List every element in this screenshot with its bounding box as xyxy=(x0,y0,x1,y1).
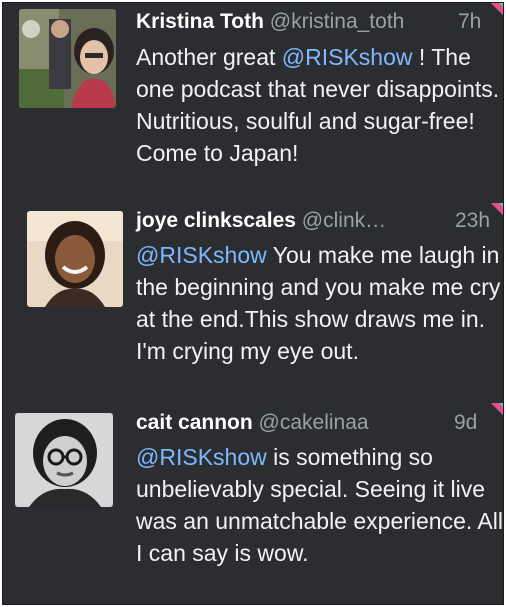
user-name[interactable]: cait cannon xyxy=(136,411,253,434)
user-handle[interactable]: @clink… xyxy=(302,209,386,232)
tweet-text: @RISKshow You make me laugh in the begin… xyxy=(136,239,503,367)
avatar[interactable] xyxy=(15,413,113,507)
tweet-header: joye clinkscales @clink… xyxy=(136,208,386,234)
mention-link[interactable]: @RISKshow xyxy=(136,242,267,268)
tweet-item[interactable]: joye clinkscales @clink… 23h @RISKshow Y… xyxy=(3,203,503,403)
corner-flag-icon xyxy=(491,403,503,417)
tweet-list: Kristina Toth @kristina_toth 7h Another … xyxy=(2,2,504,605)
user-avatar-photo-icon xyxy=(19,9,116,108)
tweet-text: @RISKshow is something so unbelievably s… xyxy=(136,441,503,569)
user-handle[interactable]: @cakelinaa xyxy=(259,411,369,434)
tweet-text: Another great @RISKshow ! The one podcas… xyxy=(136,41,503,169)
avatar[interactable] xyxy=(27,211,123,307)
user-avatar-photo-icon xyxy=(15,413,113,507)
corner-flag-icon xyxy=(491,203,503,217)
mention-link[interactable]: @RISKshow xyxy=(282,44,413,70)
user-handle[interactable]: @kristina_toth xyxy=(270,10,405,33)
mention-link[interactable]: @RISKshow xyxy=(136,444,267,470)
corner-flag-icon xyxy=(491,3,503,17)
avatar[interactable] xyxy=(19,9,116,108)
tweet-header: Kristina Toth @kristina_toth xyxy=(136,9,404,35)
tweet-item[interactable]: Kristina Toth @kristina_toth 7h Another … xyxy=(3,3,503,203)
tweet-text-before: Another great xyxy=(136,44,282,70)
tweet-timestamp[interactable]: 7h xyxy=(458,9,481,35)
tweet-timestamp[interactable]: 23h xyxy=(455,208,490,234)
user-avatar-photo-icon xyxy=(27,211,123,307)
tweet-header: cait cannon @cakelinaa xyxy=(136,410,369,436)
user-name[interactable]: joye clinkscales xyxy=(136,209,296,232)
tweet-item[interactable]: cait cannon @cakelinaa 9d @RISKshow is s… xyxy=(3,403,503,604)
user-name[interactable]: Kristina Toth xyxy=(136,10,264,33)
tweet-timestamp[interactable]: 9d xyxy=(454,410,477,436)
